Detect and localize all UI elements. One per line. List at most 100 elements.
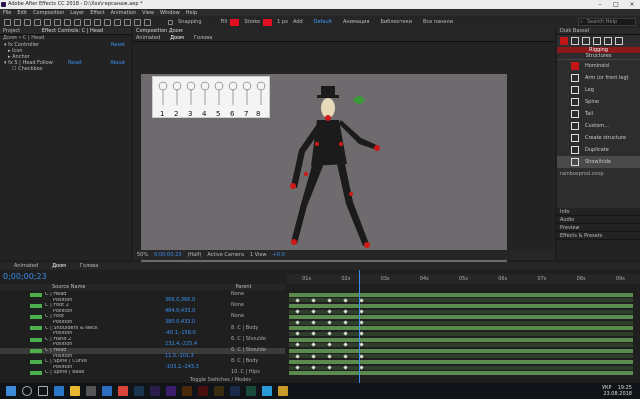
maximize-button[interactable]: □ <box>608 0 624 9</box>
layer-label-color[interactable] <box>30 343 42 347</box>
pen-tool-icon[interactable] <box>84 18 91 26</box>
timeline-tab[interactable]: Animated <box>14 263 38 269</box>
layer-duration-bar[interactable] <box>289 343 633 348</box>
minimize-button[interactable]: – <box>592 0 608 9</box>
puppet-tool-icon[interactable] <box>144 18 151 26</box>
chrome-icon[interactable] <box>118 386 128 396</box>
fill-swatch[interactable] <box>230 18 240 26</box>
timeline-tab-active[interactable]: Доом <box>52 263 66 269</box>
duik-camera-icon[interactable] <box>604 37 612 45</box>
layer-duration-bar[interactable] <box>289 354 633 359</box>
pan-behind-tool-icon[interactable] <box>64 18 71 26</box>
preview-panel-header[interactable]: Preview <box>557 224 640 232</box>
duik-automation-icon[interactable] <box>582 37 590 45</box>
layer-duration-bar[interactable] <box>289 337 633 342</box>
layer-duration-bar[interactable] <box>289 292 633 297</box>
duik-create-structure-button[interactable]: Create structure <box>557 132 640 144</box>
exposure-value[interactable]: +0.0 <box>273 252 285 258</box>
menu-layer[interactable]: Layer <box>70 10 84 16</box>
layer-label-color[interactable] <box>30 337 42 342</box>
duik-settings-icon[interactable] <box>615 37 623 45</box>
property-row[interactable]: ☐ Checkbox <box>0 66 131 72</box>
time-ruler[interactable]: 01s 02s 03s 04s 05s 06s 07s 08s 09s <box>287 274 640 284</box>
duik-links-icon[interactable] <box>571 37 579 45</box>
home-icon[interactable] <box>4 18 11 26</box>
duik-duplicate-button[interactable]: Duplicate <box>557 144 640 156</box>
rotate-tool-icon[interactable] <box>44 18 51 26</box>
resolution-dropdown[interactable]: (Half) <box>187 252 201 258</box>
tab-project[interactable]: Project <box>3 28 20 34</box>
timeline-tab[interactable]: Голова <box>80 263 98 269</box>
after-effects-taskbar-icon[interactable] <box>166 386 176 396</box>
bridge-icon[interactable] <box>214 386 224 396</box>
views-dropdown[interactable]: 1 View <box>250 252 267 258</box>
roto-brush-tool-icon[interactable] <box>134 18 141 26</box>
layer-label-color[interactable] <box>30 332 42 336</box>
premiere-icon[interactable] <box>150 386 160 396</box>
layer-row[interactable]: C | Spine | Base 10. C | Hips <box>0 370 285 376</box>
menu-edit[interactable]: Edit <box>17 10 27 16</box>
layer-duration-bar[interactable] <box>289 309 633 314</box>
type-tool-icon[interactable] <box>94 18 101 26</box>
layer-duration-bar[interactable] <box>289 320 633 325</box>
layer-duration-bar[interactable] <box>289 360 633 364</box>
folder-icon[interactable] <box>278 386 288 396</box>
duik-animation-icon[interactable] <box>593 37 601 45</box>
close-button[interactable]: × <box>624 0 640 9</box>
audio-panel-header[interactable]: Audio <box>557 216 640 224</box>
menu-composition[interactable]: Composition <box>33 10 64 16</box>
duik-hominoid-button[interactable]: Hominoid <box>557 60 640 72</box>
tab-composition[interactable]: Composition Доом <box>136 28 183 34</box>
info-panel-header[interactable]: Info <box>557 208 640 216</box>
clone-stamp-tool-icon[interactable] <box>114 18 121 26</box>
edge-icon[interactable] <box>54 386 64 396</box>
current-time[interactable]: 0;00;00;23 <box>154 252 181 258</box>
audition-icon[interactable] <box>246 386 256 396</box>
task-view-icon[interactable] <box>38 386 48 396</box>
hand-tool-icon[interactable] <box>24 18 31 26</box>
layer-label-color[interactable] <box>30 326 42 331</box>
duik-arm-button[interactable]: Arm (or front leg) <box>557 72 640 84</box>
menu-animation[interactable]: Animation <box>111 10 137 16</box>
workspace-all-panels[interactable]: Все панели <box>423 19 453 25</box>
layer-duration-bar[interactable] <box>289 326 633 331</box>
photoshop-icon[interactable] <box>134 386 144 396</box>
timeline-timecode[interactable]: 0;00;00;23 <box>3 272 47 281</box>
layer-duration-bar[interactable] <box>289 304 633 308</box>
parent-dropdown[interactable]: 10. C | Hips <box>231 370 260 376</box>
layer-label-color[interactable] <box>30 348 42 353</box>
system-clock[interactable]: УКР 19:25 23.08.2018 <box>602 385 632 397</box>
menu-file[interactable]: File <box>3 10 11 16</box>
menu-help[interactable]: Help <box>186 10 197 16</box>
zoom-dropdown[interactable]: 50% <box>137 252 148 258</box>
add-label[interactable]: Add <box>293 19 303 25</box>
workspace-default[interactable]: Default <box>314 19 332 25</box>
animate-icon[interactable] <box>198 386 208 396</box>
search-help-input[interactable]: ⌕ Search Help <box>578 18 636 26</box>
layer-label-color[interactable] <box>30 354 42 358</box>
layer-label-color[interactable] <box>30 310 42 314</box>
duik-rigging-icon[interactable] <box>560 37 568 45</box>
file-explorer-icon[interactable] <box>70 386 80 396</box>
layer-duration-bar[interactable] <box>289 365 633 370</box>
camera-dropdown[interactable]: Active Camera <box>207 252 244 258</box>
stroke-swatch[interactable] <box>263 18 273 26</box>
layer-duration-bar[interactable] <box>289 315 633 320</box>
layer-label-color[interactable] <box>30 303 42 308</box>
duik-spine-button[interactable]: Spine <box>557 96 640 108</box>
layer-name[interactable]: C | Spine | Base <box>45 370 113 376</box>
menu-view[interactable]: View <box>142 10 154 16</box>
comp-subtab[interactable]: Animated <box>136 35 160 42</box>
stroke-width[interactable]: 1 px <box>277 19 288 25</box>
source-name-header[interactable]: Source Name <box>52 284 86 290</box>
duik-show-hide-button[interactable]: Show/hide <box>557 156 640 168</box>
tab-effect-controls[interactable]: Effect Controls: C | Head <box>42 28 103 34</box>
eraser-tool-icon[interactable] <box>124 18 131 26</box>
store-icon[interactable] <box>86 386 96 396</box>
illustrator-icon[interactable] <box>182 386 192 396</box>
telegram-icon[interactable] <box>262 386 272 396</box>
layer-duration-bar[interactable] <box>289 371 633 376</box>
workspace-animation[interactable]: Анимация <box>343 19 369 25</box>
layer-duration-bar[interactable] <box>289 298 633 303</box>
comp-subtab-active[interactable]: Доом <box>170 35 184 42</box>
